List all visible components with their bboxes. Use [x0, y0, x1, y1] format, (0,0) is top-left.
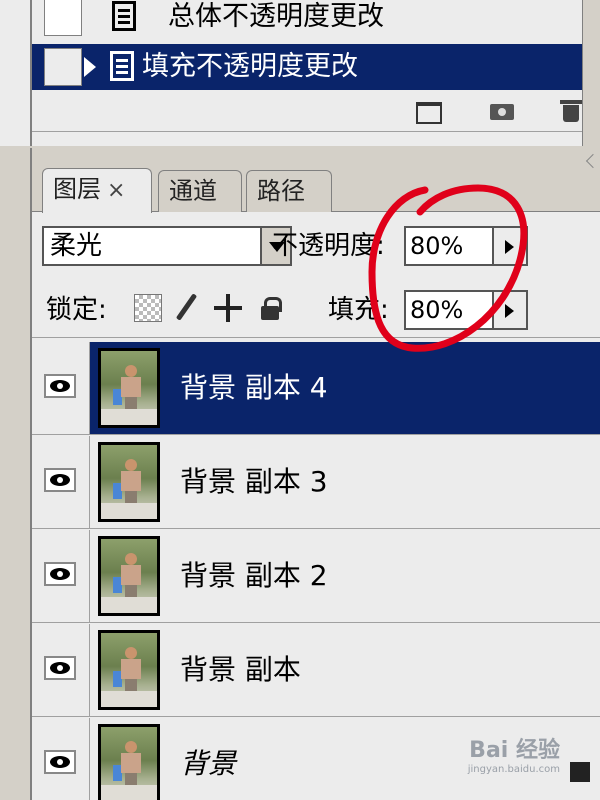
thumbnail-image: [98, 348, 160, 428]
tab-paths-label: 路径: [257, 177, 305, 205]
layer-row[interactable]: 背景 副本 3: [32, 436, 600, 529]
lock-paint-brush-icon[interactable]: [172, 294, 200, 322]
tab-layers[interactable]: 图层 ×: [42, 168, 152, 213]
blend-mode-select[interactable]: 柔光: [42, 226, 262, 266]
layer-thumbnail: [92, 718, 172, 800]
tab-paths[interactable]: 路径: [246, 170, 332, 212]
opacity-slider-arrow-icon[interactable]: [494, 226, 528, 266]
blend-row: 柔光 不透明度: 80%: [32, 218, 600, 274]
tab-channels[interactable]: 通道: [158, 170, 242, 212]
layer-name: 背景 副本: [180, 653, 301, 686]
watermark-subtext: jingyan.baidu.com: [467, 764, 560, 775]
layer-thumbnail: [92, 436, 172, 528]
watermark-text: Bai 经验: [469, 738, 560, 763]
history-footer: [32, 92, 582, 132]
layer-name: 背景 副本 2: [180, 559, 328, 592]
lock-all-icon[interactable]: [256, 294, 284, 322]
thumbnail-image: [98, 536, 160, 616]
close-icon[interactable]: ×: [107, 178, 125, 203]
opacity-label: 不透明度:: [272, 231, 385, 261]
history-panel: 总体不透明度更改 填充不透明度更改: [0, 0, 600, 146]
history-checkbox[interactable]: [44, 48, 82, 86]
layer-thumbnail: [92, 342, 172, 434]
visibility-cell[interactable]: [32, 436, 90, 528]
layer-row-selected[interactable]: 背景 副本 4: [32, 342, 600, 435]
history-state-marker-icon[interactable]: [84, 57, 96, 77]
history-item-label: 总体不透明度更改: [168, 1, 384, 32]
lock-move-icon[interactable]: [214, 294, 242, 322]
history-checkbox[interactable]: [44, 0, 82, 36]
layer-thumbnail: [92, 530, 172, 622]
eye-icon[interactable]: [44, 374, 76, 398]
watermark: Bai 经验 jingyan.baidu.com: [410, 738, 560, 784]
history-item-selected[interactable]: 填充不透明度更改: [32, 44, 582, 90]
eye-icon[interactable]: [44, 468, 76, 492]
layer-name: 背景: [180, 747, 237, 780]
panel-right-frame: [582, 0, 600, 146]
layer-name: 背景 副本 4: [180, 371, 328, 404]
visibility-cell[interactable]: [32, 718, 90, 800]
layer-thumbnail: [92, 624, 172, 716]
visibility-cell[interactable]: [32, 530, 90, 622]
history-item[interactable]: 总体不透明度更改: [32, 0, 582, 40]
visibility-cell[interactable]: [32, 342, 90, 434]
tab-channels-label: 通道: [169, 177, 217, 205]
trash-icon[interactable]: [556, 96, 586, 124]
thumbnail-image: [98, 630, 160, 710]
panel-menu-icon[interactable]: [585, 153, 600, 169]
history-state-icon: [110, 51, 134, 81]
fill-label: 填充:: [328, 295, 389, 325]
new-document-from-state-icon[interactable]: [412, 96, 442, 124]
lock-row: 锁定: 填充: 80%: [32, 282, 600, 338]
layer-row[interactable]: 背景 副本 2: [32, 530, 600, 623]
eye-icon[interactable]: [44, 562, 76, 586]
thumbnail-image: [98, 724, 160, 800]
panel-tab-bar: 图层 × 通道 路径: [32, 148, 600, 213]
eye-icon[interactable]: [44, 656, 76, 680]
lock-label: 锁定:: [46, 295, 107, 325]
layer-row[interactable]: 背景 副本: [32, 624, 600, 717]
layers-panel: 图层 × 通道 路径 柔光 不透明度: 80% 锁定: 填充: 80% 背景 副本…: [30, 148, 600, 800]
fill-input[interactable]: 80%: [404, 290, 494, 330]
snapshot-camera-icon[interactable]: [486, 96, 516, 124]
layer-name: 背景 副本 3: [180, 465, 328, 498]
lock-transparency-icon[interactable]: [134, 294, 162, 322]
opacity-input[interactable]: 80%: [404, 226, 494, 266]
thumbnail-image: [98, 442, 160, 522]
fill-slider-arrow-icon[interactable]: [494, 290, 528, 330]
history-state-icon: [112, 1, 136, 31]
tab-layers-label: 图层: [53, 175, 101, 203]
visibility-cell[interactable]: [32, 624, 90, 716]
history-item-label: 填充不透明度更改: [142, 51, 358, 82]
eye-icon[interactable]: [44, 750, 76, 774]
delete-layer-icon[interactable]: [570, 762, 590, 782]
